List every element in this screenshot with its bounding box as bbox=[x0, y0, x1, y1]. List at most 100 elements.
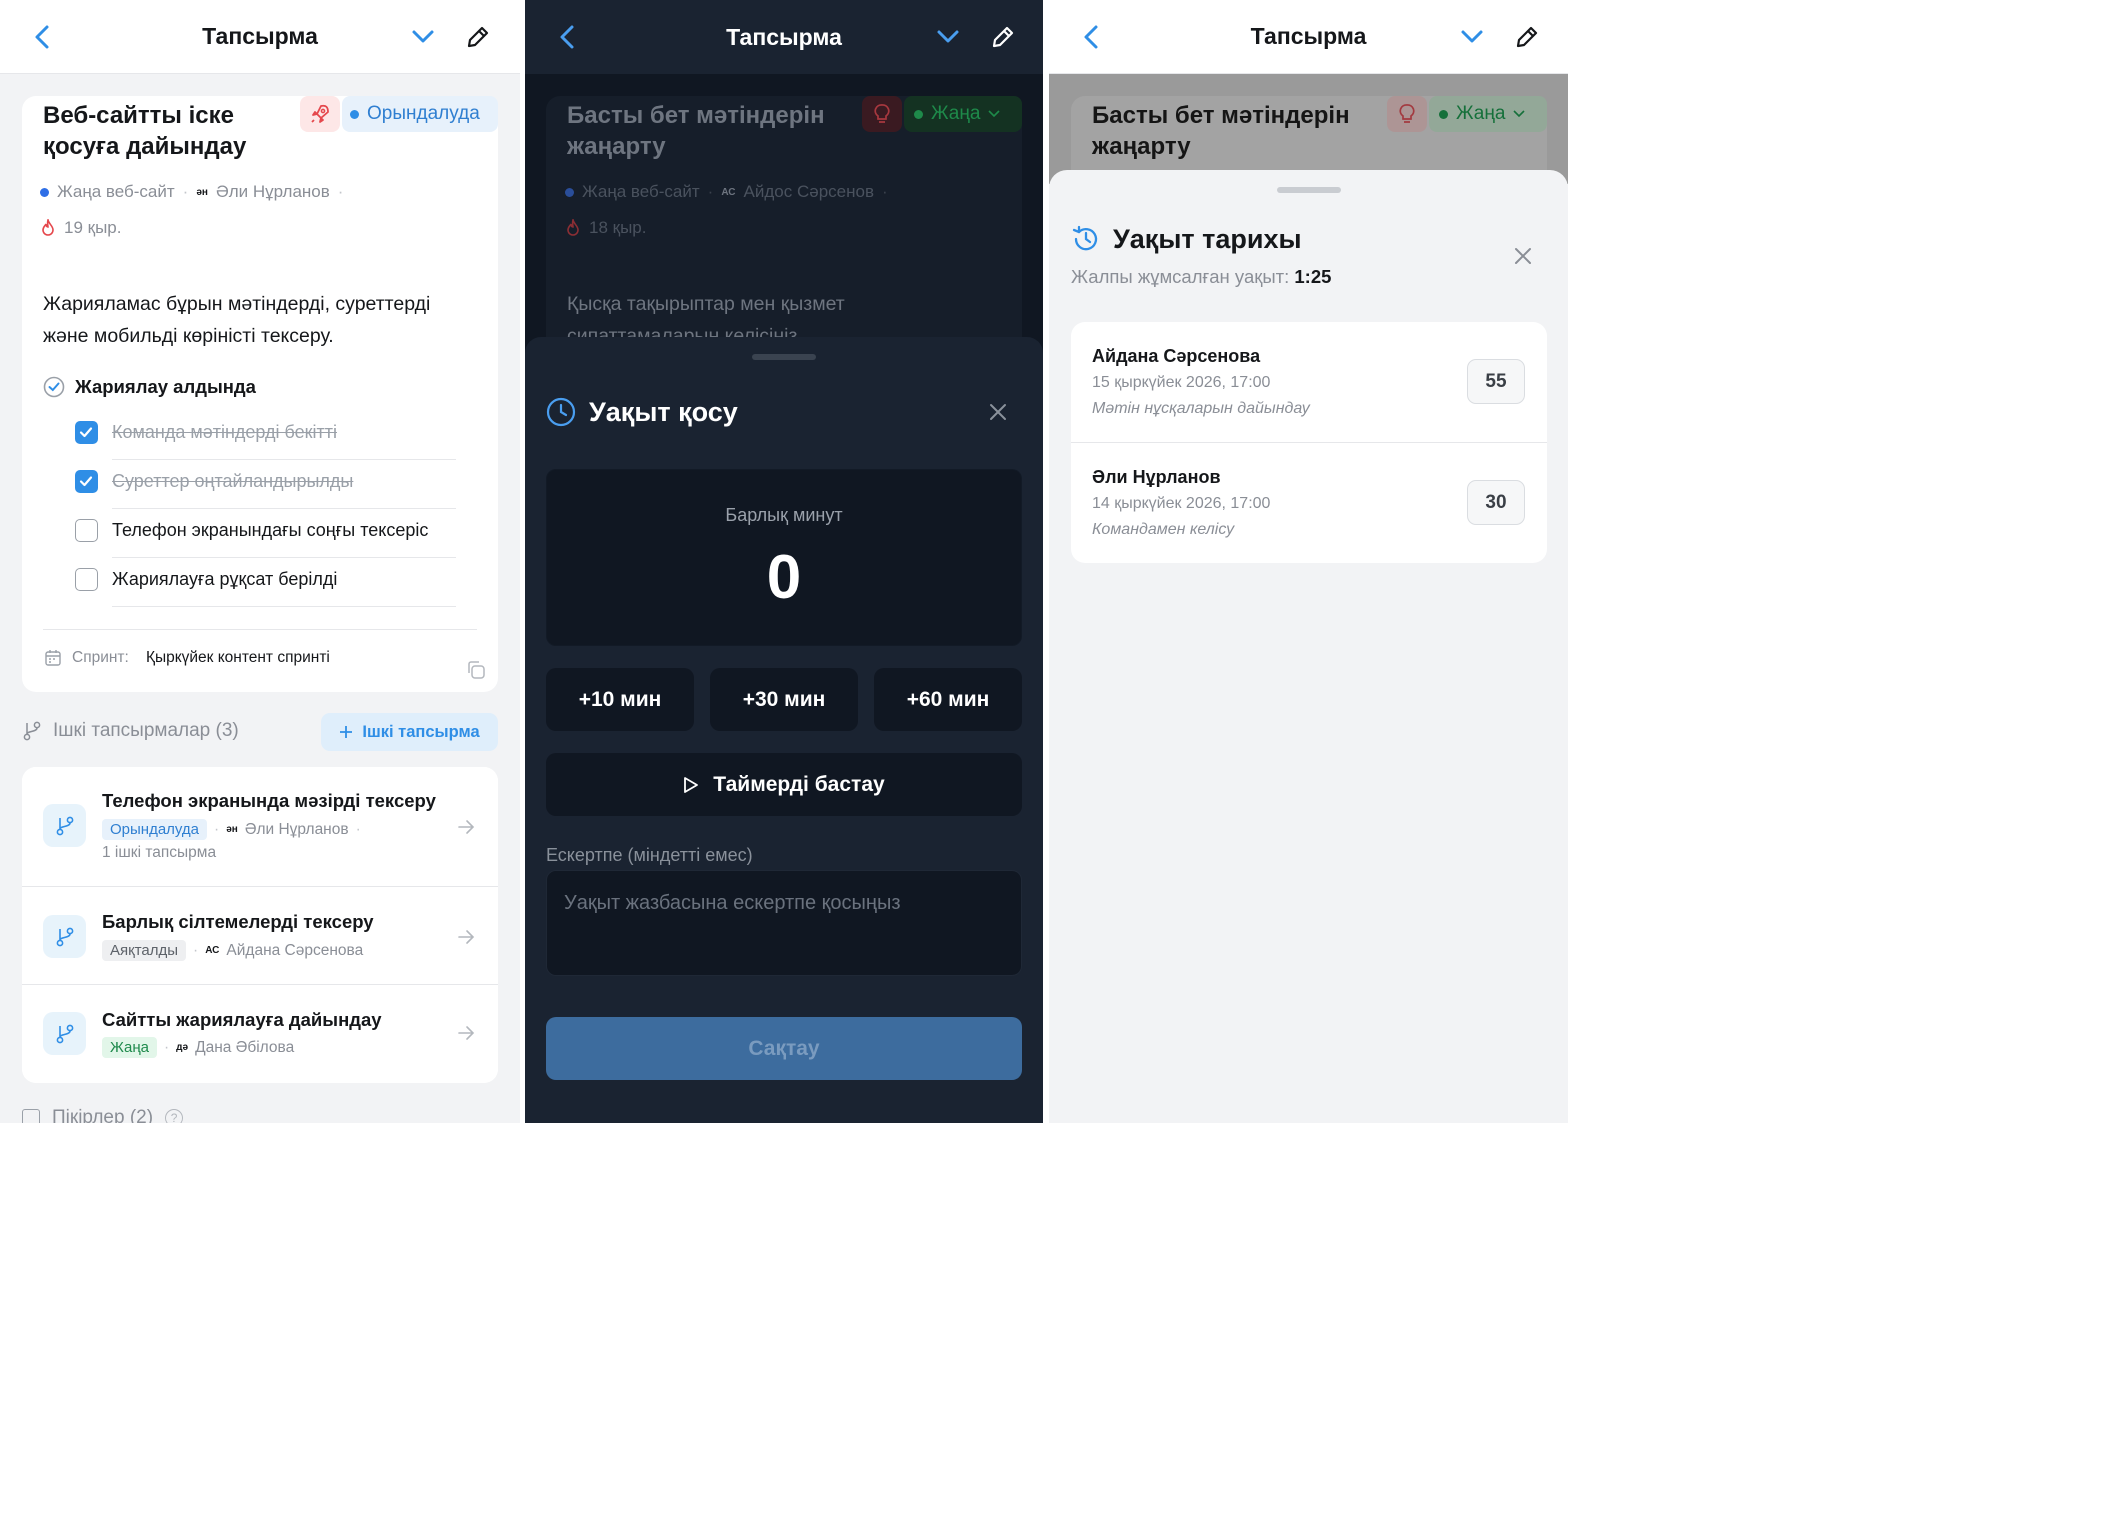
sprint-value[interactable]: Қыркүйек контент спринті bbox=[146, 649, 330, 667]
status-label: Жаңа bbox=[1456, 103, 1506, 124]
subtasks-header: Ішкі тапсырмалар (3) bbox=[53, 720, 239, 741]
chevron-down-icon[interactable] bbox=[935, 26, 961, 48]
check-icon bbox=[79, 476, 93, 487]
task-title: Басты бет мәтіндерін жаңарту bbox=[567, 102, 825, 160]
check-icon bbox=[79, 427, 93, 438]
top-nav: Тапсырма bbox=[525, 0, 1043, 74]
assignee-name: Айдос Сәрсенов bbox=[743, 182, 874, 201]
total-label: Жалпы жұмсалған уақыт: bbox=[1071, 266, 1290, 287]
clock-icon bbox=[546, 397, 576, 427]
time-entry[interactable]: Әли Нұрланов 14 қыркүйек 2026, 17:00 Ком… bbox=[1071, 443, 1547, 563]
time-entry[interactable]: Айдана Сәрсенова 15 қыркүйек 2026, 17:00… bbox=[1071, 322, 1547, 442]
task-description: Жарияламас бұрын мәтіндерді, суреттерді … bbox=[43, 293, 431, 347]
separator: · bbox=[214, 820, 220, 838]
sprint-label: Спринт: bbox=[72, 649, 129, 666]
sheet-title: Уақыт қосу bbox=[589, 397, 738, 427]
total-value: 1:25 bbox=[1294, 266, 1332, 287]
project-name: Жаңа веб-сайт bbox=[582, 182, 700, 201]
note-field[interactable]: Уақыт жазбасына ескертпе қосыңыз bbox=[546, 870, 1022, 976]
add-time-sheet: Уақыт қосу Барлық минут 0 +10 мин +30 ми… bbox=[525, 337, 1043, 1123]
sheet-handle[interactable] bbox=[1277, 187, 1341, 193]
checklist-checkbox[interactable] bbox=[75, 470, 98, 493]
status-dot bbox=[1439, 109, 1448, 119]
separator: · bbox=[337, 182, 344, 201]
assignee-name: Дана Әбілова bbox=[195, 1038, 295, 1056]
add-subtask-button[interactable]: Ішкі тапсырма bbox=[321, 713, 498, 751]
arrow-right-icon bbox=[458, 820, 475, 834]
add-60-min-button[interactable]: +60 мин bbox=[874, 668, 1022, 731]
comments-header[interactable]: Пікірлер (2) ? bbox=[22, 1107, 184, 1123]
sheet-handle[interactable] bbox=[752, 354, 816, 360]
divider bbox=[112, 508, 456, 509]
due-date: 18 қыр. bbox=[565, 218, 646, 238]
priority-badge[interactable] bbox=[300, 96, 340, 132]
separator: · bbox=[707, 182, 714, 201]
branch-icon bbox=[56, 927, 73, 946]
separator: · bbox=[193, 941, 199, 959]
status-label: Жаңа bbox=[931, 103, 981, 124]
arrow-right-icon bbox=[458, 930, 475, 944]
checklist-item-label: Команда мәтіндерді бекітті bbox=[112, 422, 337, 442]
close-icon[interactable] bbox=[989, 403, 1007, 421]
subtask-row[interactable]: Телефон экранында мәзірді тексеру Орында… bbox=[22, 767, 498, 886]
start-timer-button[interactable]: Таймерді бастау bbox=[546, 753, 1022, 816]
checklist-checkbox[interactable] bbox=[75, 568, 98, 591]
add-10-min-button[interactable]: +10 мин bbox=[546, 668, 694, 731]
project-name[interactable]: Жаңа веб-сайт bbox=[57, 182, 175, 202]
subtask-meta: Аяқталды · АС Айдана Сәрсенова bbox=[102, 940, 363, 961]
sheet-title: Уақыт тарихы bbox=[1113, 224, 1302, 254]
subtask-row[interactable]: Сайтты жариялауға дайындау Жаңа · ДӘ Дан… bbox=[22, 985, 498, 1083]
task-title: Веб-сайтты іске қосуға дайындау bbox=[43, 102, 247, 160]
checklist-checkbox[interactable] bbox=[75, 519, 98, 542]
divider bbox=[112, 459, 456, 460]
priority-badge bbox=[1387, 96, 1427, 132]
status-badge: Жаңа bbox=[1429, 96, 1547, 132]
priority-badge bbox=[862, 96, 902, 132]
total-time: Жалпы жұмсалған уақыт: 1:25 bbox=[1071, 266, 1331, 288]
avatar: ӘН bbox=[226, 824, 238, 835]
back-icon[interactable] bbox=[1081, 24, 1103, 50]
status-dot bbox=[350, 109, 359, 119]
close-icon[interactable] bbox=[1514, 247, 1532, 265]
branch-icon bbox=[56, 816, 73, 835]
chevron-down-icon bbox=[1513, 110, 1525, 118]
calendar-icon bbox=[45, 650, 61, 666]
due-date: 19 қыр. bbox=[40, 218, 121, 238]
chevron-down-icon[interactable] bbox=[1459, 26, 1485, 48]
entry-minutes: 30 bbox=[1467, 480, 1525, 525]
nav-title: Тапсырма bbox=[202, 23, 318, 49]
subtask-list: Телефон экранында мәзірді тексеру Орында… bbox=[22, 767, 498, 1083]
save-button[interactable]: Сақтау bbox=[546, 1017, 1022, 1080]
add-30-min-button[interactable]: +30 мин bbox=[710, 668, 858, 731]
divider bbox=[43, 629, 477, 630]
time-entries-list: Айдана Сәрсенова 15 қыркүйек 2026, 17:00… bbox=[1071, 322, 1547, 563]
arrow-right-icon bbox=[458, 1026, 475, 1040]
edit-icon[interactable] bbox=[1514, 24, 1540, 50]
history-icon bbox=[1072, 225, 1098, 251]
check-circle-icon bbox=[43, 376, 65, 398]
edit-icon[interactable] bbox=[990, 24, 1016, 50]
subtask-row[interactable]: Барлық сілтемелерді тексеру Аяқталды · А… bbox=[22, 887, 498, 984]
note-placeholder: Уақыт жазбасына ескертпе қосыңыз bbox=[564, 892, 901, 914]
time-history-screen: Тапсырма Басты бет мәтіндерін жаңарту Жа… bbox=[1049, 0, 1568, 1123]
lightbulb-icon bbox=[874, 104, 890, 123]
subtask-title: Телефон экранында мәзірді тексеру bbox=[102, 790, 436, 811]
edit-icon[interactable] bbox=[465, 24, 491, 50]
checklist-checkbox[interactable] bbox=[75, 421, 98, 444]
back-icon[interactable] bbox=[32, 24, 54, 50]
avatar: ӘН bbox=[196, 186, 208, 198]
branch-icon bbox=[56, 1024, 73, 1043]
task-title: Басты бет мәтіндерін жаңарту bbox=[1092, 102, 1350, 160]
avatar: ДӘ bbox=[176, 1042, 189, 1053]
status-label: Орындалуда bbox=[367, 103, 480, 124]
minutes-display: Барлық минут 0 bbox=[546, 469, 1022, 646]
assignee-name[interactable]: Әли Нұрланов bbox=[216, 182, 330, 202]
status-badge: Жаңа bbox=[904, 96, 1022, 132]
status-badge[interactable]: Орындалуда bbox=[342, 96, 498, 132]
back-icon[interactable] bbox=[557, 24, 579, 50]
chevron-down-icon[interactable] bbox=[410, 26, 436, 48]
copy-icon[interactable] bbox=[465, 659, 487, 681]
task-meta: Жаңа веб-сайт · ӘН Әли Нұрланов · bbox=[40, 182, 343, 202]
checklist-item-label: Жариялауға рұқсат берілді bbox=[112, 569, 338, 589]
checklist-item-label: Телефон экранындағы соңғы тексеріс bbox=[112, 520, 429, 540]
